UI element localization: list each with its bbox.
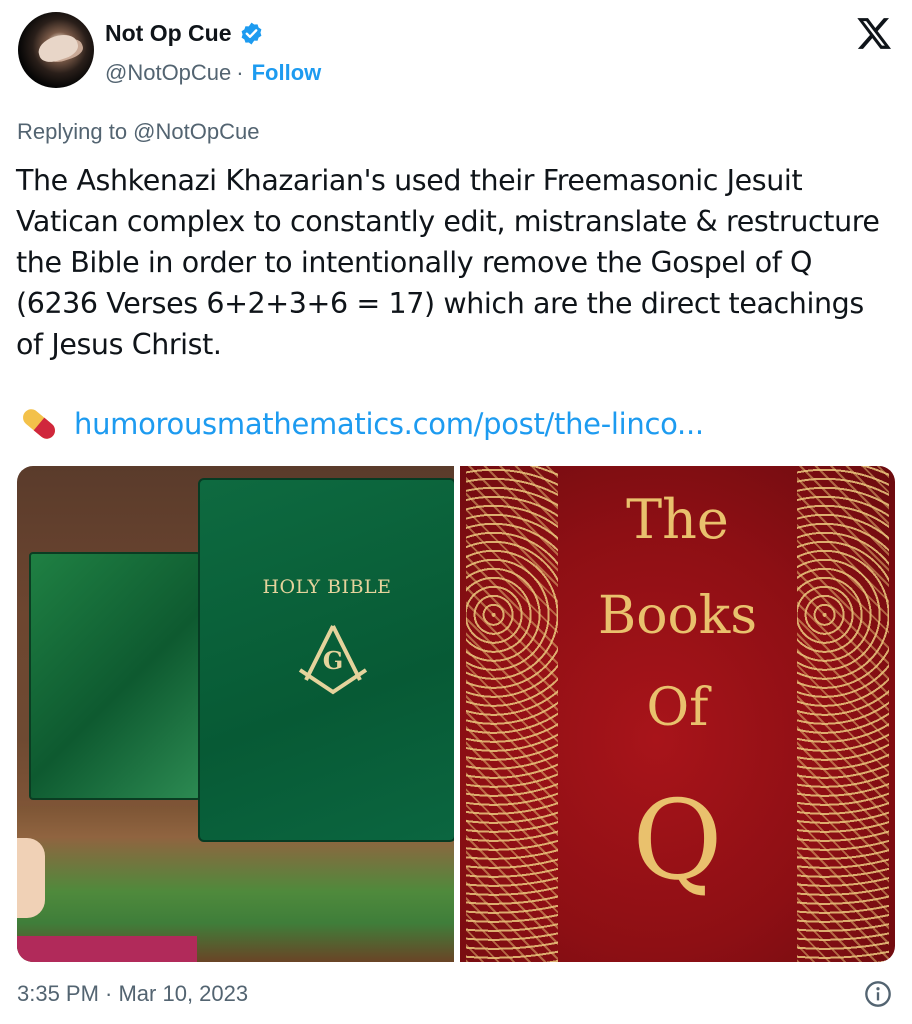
cover-title-the: The (626, 488, 729, 551)
cover-title-books: Books (597, 586, 758, 646)
bible-photo[interactable]: HOLY BIBLE G (17, 466, 454, 962)
green-book-small (29, 552, 201, 800)
cover-title-of: Of (646, 678, 709, 738)
link-url[interactable]: humorousmathematics.com/post/the-linco..… (74, 407, 704, 441)
author-name-row: Not Op Cue (105, 20, 264, 47)
pill-icon (23, 409, 55, 439)
pink-object (17, 936, 197, 962)
cover-title-q: Q (632, 776, 723, 904)
thumb (17, 838, 45, 918)
books-of-q-cover[interactable]: The Books Of Q (460, 466, 895, 962)
separator-dot: · (236, 60, 244, 85)
follow-button[interactable]: Follow (252, 60, 322, 86)
info-icon[interactable] (864, 980, 892, 1008)
timestamp[interactable]: 3:35 PM · Mar 10, 2023 (17, 981, 248, 1007)
masonic-emblem-icon: G (298, 625, 368, 695)
handle-row: @NotOpCue · Follow (105, 60, 321, 86)
verified-badge-icon (241, 22, 261, 45)
emblem-letter: G (323, 646, 344, 675)
green-book-large: HOLY BIBLE G (198, 478, 454, 842)
author-name[interactable]: Not Op Cue (105, 20, 232, 47)
avatar[interactable] (18, 12, 94, 88)
media-grid[interactable]: HOLY BIBLE G The Books Of Q (17, 466, 895, 962)
tweet-text: The Ashkenazi Khazarian's used their Fre… (16, 164, 880, 361)
book-title: HOLY BIBLE (262, 576, 392, 598)
link-row: humorousmathematics.com/post/the-linco..… (16, 402, 704, 446)
x-logo-icon[interactable] (854, 14, 894, 54)
author-handle[interactable]: @NotOpCue (105, 60, 231, 86)
replying-to-label: Replying to @NotOpCue (17, 119, 260, 144)
